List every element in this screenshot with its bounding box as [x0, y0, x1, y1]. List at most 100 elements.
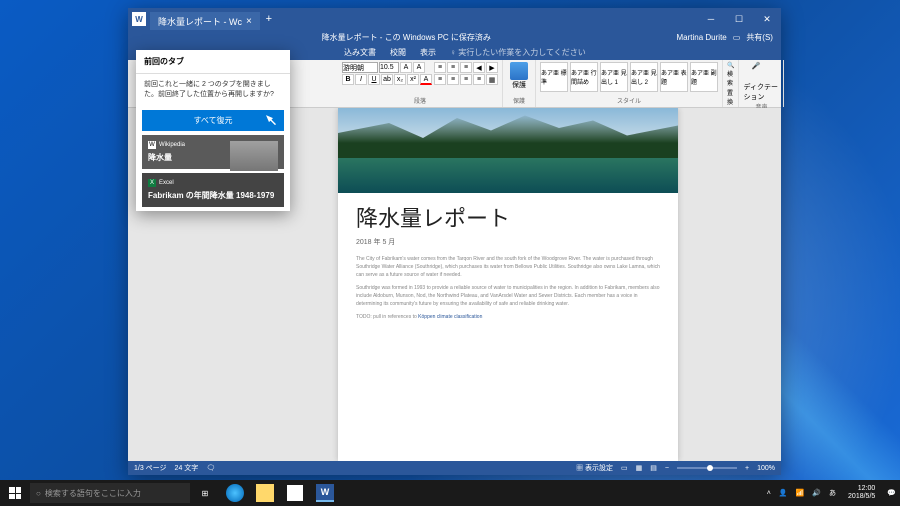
edge-app[interactable]	[220, 480, 250, 506]
increase-font-icon[interactable]: A	[400, 62, 412, 73]
zoom-level[interactable]: 100%	[757, 465, 775, 472]
doc-link[interactable]: Köppen climate classification	[418, 314, 482, 320]
font-color-button[interactable]: A	[420, 74, 432, 85]
dec-indent-button[interactable]: ◀	[473, 62, 485, 73]
tab-title: 降水量レポート - Wc	[158, 15, 242, 28]
read-mode-icon[interactable]: ▭	[621, 464, 628, 472]
store-icon	[287, 485, 303, 501]
status-bar: 1/3 ページ 24 文字 🗨 ▦ 表示設定 ▭ ▦ ▤ − + 100%	[128, 461, 781, 475]
maximize-button[interactable]: ☐	[725, 8, 753, 30]
inc-indent-button[interactable]: ▶	[486, 62, 498, 73]
popup-message: 前回これと一緒に 2 つのタブを開きました。前回終了した位置から再開しますか?	[136, 74, 290, 106]
web-layout-icon[interactable]: ▤	[650, 464, 657, 472]
share-button[interactable]: 共有(S)	[746, 32, 773, 43]
font-size-select[interactable]	[379, 62, 399, 73]
ribbon-tab[interactable]: 込み文書	[338, 45, 382, 60]
store-app[interactable]	[280, 480, 310, 506]
style-item[interactable]: あア亜 標準	[540, 62, 568, 92]
volume-icon[interactable]: 🔊	[812, 489, 821, 497]
taskbar-search[interactable]: ○ 検索する語句をここに入力	[30, 483, 190, 503]
system-tray: ˄ 👤 📶 🔊 あ 12:00 2018/5/5 💬	[767, 485, 900, 500]
strike-button[interactable]: ab	[381, 74, 393, 85]
justify-button[interactable]: ≡	[473, 74, 485, 85]
word-count[interactable]: 24 文字	[175, 463, 199, 473]
group-label: 保護	[513, 96, 525, 105]
page-count[interactable]: 1/3 ページ	[134, 463, 167, 473]
bullets-button[interactable]: ≡	[434, 62, 446, 73]
align-center-button[interactable]: ≡	[447, 74, 459, 85]
document-tab[interactable]: 降水量レポート - Wc ×	[150, 12, 260, 30]
folder-icon	[256, 484, 274, 502]
align-right-button[interactable]: ≡	[460, 74, 472, 85]
explorer-app[interactable]	[250, 480, 280, 506]
zoom-in-button[interactable]: +	[745, 465, 749, 472]
style-item[interactable]: あア亜 行間詰め	[570, 62, 598, 92]
protect-button[interactable]: 保護	[507, 62, 531, 90]
doc-body: The City of Fabrikam's water comes from …	[356, 255, 660, 321]
underline-button[interactable]: U	[368, 74, 380, 85]
shield-icon	[510, 62, 528, 80]
tell-me-search[interactable]: ♀ 実行したい作業を入力してください	[444, 45, 592, 60]
ime-icon[interactable]: あ	[829, 488, 836, 498]
italic-button[interactable]: I	[355, 74, 367, 85]
zoom-out-button[interactable]: −	[665, 465, 669, 472]
decrease-font-icon[interactable]: A	[413, 62, 425, 73]
dictation-button[interactable]: 🎤 ディクテーション	[743, 62, 779, 102]
style-item[interactable]: あア亜 副題	[690, 62, 718, 92]
language-status[interactable]: 🗨	[206, 464, 215, 472]
hero-image	[338, 108, 678, 193]
word-app-icon: W	[132, 12, 146, 26]
cortana-icon: ○	[36, 489, 41, 498]
titlebar: W 降水量レポート - Wc × + ─ ☐ ✕	[128, 8, 781, 30]
find-button[interactable]: 🔍 検索	[727, 62, 734, 87]
excel-icon: X	[148, 179, 156, 187]
shading-button[interactable]: ▦	[486, 74, 498, 85]
document-page[interactable]: 降水量レポート 2018 年 5 月 The City of Fabrikam'…	[338, 108, 678, 461]
ribbon-tab[interactable]: 表示	[414, 45, 442, 60]
zoom-slider[interactable]	[677, 467, 737, 469]
sup-button[interactable]: x²	[407, 74, 419, 85]
replace-button[interactable]: 置換	[727, 88, 734, 106]
close-tab-icon[interactable]: ×	[246, 16, 252, 27]
microphone-icon: 🎤	[751, 62, 771, 82]
close-window-button[interactable]: ✕	[753, 8, 781, 30]
multilevel-button[interactable]: ≡	[460, 62, 472, 73]
display-settings[interactable]: ▦ 表示設定	[576, 463, 613, 473]
word-app[interactable]: W	[310, 480, 340, 506]
action-center-icon[interactable]: 💬	[887, 489, 896, 497]
doc-date: 2018 年 5 月	[356, 237, 660, 247]
group-label: スタイル	[617, 96, 641, 105]
clock[interactable]: 12:00 2018/5/5	[844, 485, 879, 500]
restore-all-button[interactable]: すべて復元	[142, 110, 284, 131]
minimize-button[interactable]: ─	[697, 8, 725, 30]
word-icon: W	[316, 484, 334, 502]
style-item[interactable]: あア亜 表題	[660, 62, 688, 92]
people-icon[interactable]: 👤	[779, 489, 788, 497]
task-view-button[interactable]: ⊞	[190, 480, 220, 506]
font-name-select[interactable]	[342, 62, 378, 73]
tray-chevron-icon[interactable]: ˄	[767, 490, 771, 497]
user-name[interactable]: Martina Durite	[677, 33, 727, 42]
doc-heading: 降水量レポート	[356, 201, 660, 233]
bold-button[interactable]: B	[342, 74, 354, 85]
print-layout-icon[interactable]: ▦	[636, 464, 643, 472]
style-item[interactable]: あア亜 見出し 1	[600, 62, 628, 92]
new-tab-button[interactable]: +	[260, 13, 278, 25]
popup-card-excel[interactable]: XExcel Fabrikam の年間降水量 1948-1979	[142, 173, 284, 207]
card-thumbnail	[230, 141, 278, 171]
network-icon[interactable]: 📶	[796, 489, 805, 497]
taskbar: ○ 検索する語句をここに入力 ⊞ W ˄ 👤 📶 🔊 あ 12:00 2018/…	[0, 480, 900, 506]
windows-icon	[9, 487, 21, 499]
edge-icon	[226, 484, 244, 502]
align-left-button[interactable]: ≡	[434, 74, 446, 85]
style-item[interactable]: あア亜 見出し 2	[630, 62, 658, 92]
card-title: Fabrikam の年間降水量 1948-1979	[148, 190, 278, 201]
popup-title: 前回のタブ	[136, 50, 290, 74]
popup-card-wikipedia[interactable]: WWikipedia 降水量	[142, 135, 284, 169]
app-subtitle-bar: 降水量レポート - この Windows PC に保存済み Martina Du…	[128, 30, 781, 44]
ribbon-display-options-icon[interactable]: ▭	[733, 33, 741, 42]
numbering-button[interactable]: ≡	[447, 62, 459, 73]
sub-button[interactable]: x₂	[394, 74, 406, 85]
start-button[interactable]	[0, 480, 30, 506]
ribbon-tab[interactable]: 校閲	[384, 45, 412, 60]
